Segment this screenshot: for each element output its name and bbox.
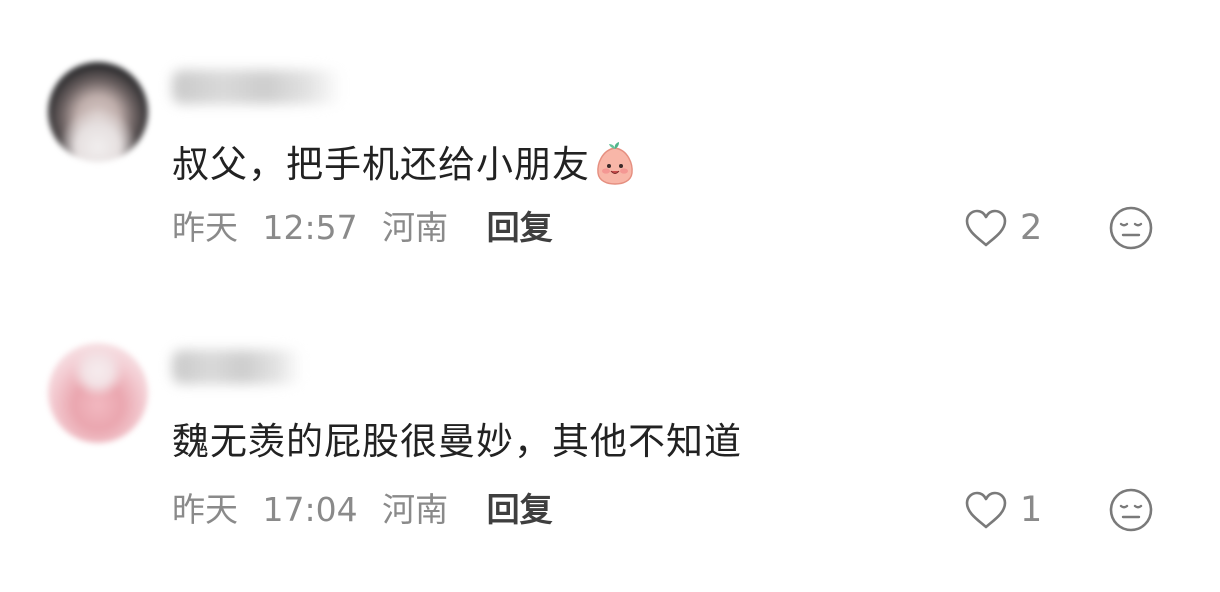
neutral-face-icon[interactable]: [1108, 205, 1154, 251]
comment-meta: 昨天 12:57 河南 回复: [172, 208, 553, 248]
comment-time: 12:57: [262, 208, 358, 247]
reply-button[interactable]: 回复: [487, 490, 553, 530]
avatar[interactable]: [48, 343, 148, 443]
heart-outline-icon[interactable]: [963, 208, 1009, 248]
avatar[interactable]: [48, 62, 148, 162]
comment-meta: 昨天 17:04 河南 回复: [172, 490, 553, 530]
comment-time: 17:04: [262, 490, 358, 529]
username-blurred[interactable]: [172, 70, 342, 104]
comment-location: 河南: [382, 208, 449, 247]
heart-outline-icon[interactable]: [963, 490, 1009, 530]
comment-text-content: 叔父，把手机还给小朋友: [172, 143, 590, 186]
username-blurred[interactable]: [172, 350, 302, 384]
comment-text: 叔父，把手机还给小朋友: [172, 140, 638, 187]
reply-button[interactable]: 回复: [487, 208, 553, 248]
like-count: 1: [1020, 490, 1043, 530]
comment-date: 昨天: [172, 490, 238, 529]
neutral-face-icon[interactable]: [1108, 487, 1154, 533]
peach-face-emoji-icon: [597, 142, 633, 185]
like-count: 2: [1020, 208, 1043, 248]
comment-text-content: 魏无羡的屁股很曼妙，其他不知道: [172, 420, 742, 463]
comment-location: 河南: [382, 490, 449, 529]
comment-date: 昨天: [172, 208, 238, 247]
comment-text: 魏无羡的屁股很曼妙，其他不知道: [172, 420, 742, 464]
